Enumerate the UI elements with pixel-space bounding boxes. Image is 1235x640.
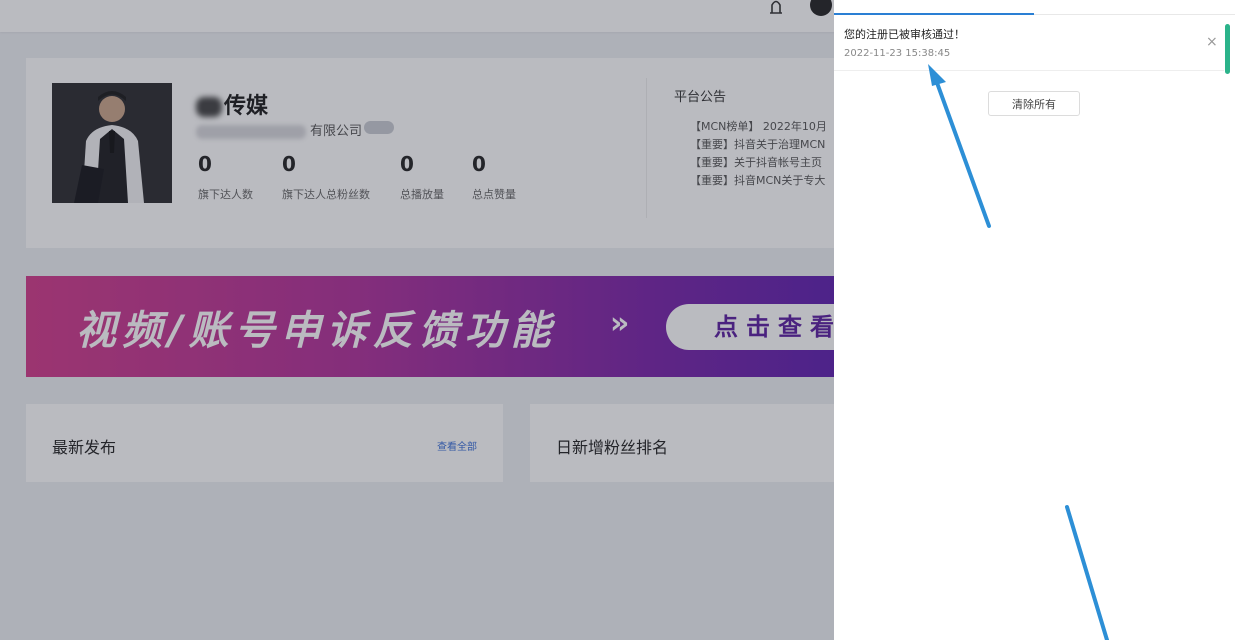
notification-drawer: 您的注册已被审核通过！ 2022-11-23 15:38:45 × 清除所有: [834, 0, 1235, 640]
drawer-scrollbar[interactable]: [1225, 24, 1230, 74]
modal-overlay[interactable]: [0, 0, 834, 640]
close-icon[interactable]: ×: [1206, 34, 1218, 50]
tab-notifications[interactable]: [834, 0, 1034, 15]
notification-text: 您的注册已被审核通过！: [844, 28, 965, 41]
tab-messages[interactable]: [1034, 0, 1234, 13]
notification-item[interactable]: 您的注册已被审核通过！ 2022-11-23 15:38:45 ×: [834, 14, 1224, 71]
drawer-tabs: [834, 0, 1235, 15]
notification-time: 2022-11-23 15:38:45: [844, 48, 951, 59]
clear-all-button[interactable]: 清除所有: [988, 91, 1080, 116]
